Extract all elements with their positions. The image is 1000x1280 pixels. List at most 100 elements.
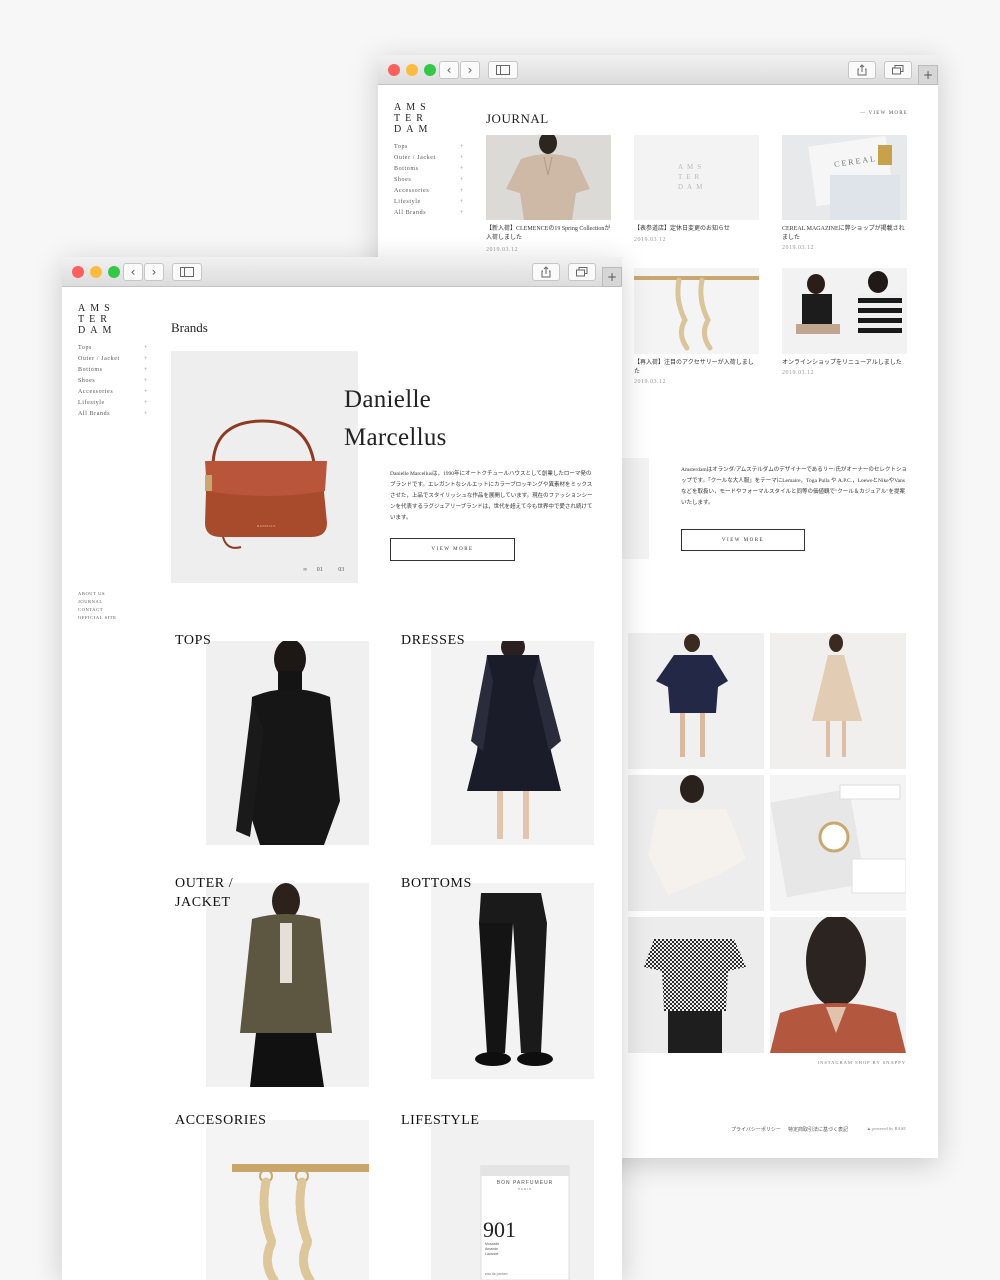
footer-link-privacy[interactable]: プライバシーポリシー — [731, 1126, 781, 1133]
nav-item-all-brands[interactable]: All Brands + — [394, 210, 464, 221]
nav-item-shoes[interactable]: Shoes + — [394, 177, 464, 188]
instagram-post-6[interactable] — [770, 917, 906, 1053]
journal-image-earrings[interactable] — [634, 268, 759, 354]
category-title-tops[interactable]: TOPS — [175, 631, 211, 650]
footer-nav-about[interactable]: ABOUT US — [78, 590, 117, 598]
category-title-dresses[interactable]: DRESSES — [401, 631, 465, 650]
instagram-post-3[interactable] — [628, 775, 764, 911]
category-image-bottoms[interactable] — [431, 883, 594, 1079]
journal-caption[interactable]: 【新入荷】CLEMENCEの19 Spring Collectionが入荷しまし… — [486, 225, 611, 243]
nav-item-bottoms[interactable]: Bottoms + — [78, 367, 148, 378]
browser-toolbar: ‹ › + — [378, 55, 938, 85]
nav-item-all-brands[interactable]: All Brands + — [78, 411, 148, 422]
brands-title: Brands — [171, 320, 208, 335]
nav-item-bottoms[interactable]: Bottoms + — [394, 166, 464, 177]
chevron-left-icon[interactable]: ‹ — [123, 263, 143, 281]
close-window-icon[interactable] — [72, 266, 84, 278]
chevron-right-icon[interactable]: › — [144, 263, 164, 281]
footer-nav-journal[interactable]: JOURNAL — [78, 598, 117, 606]
infinity-icon[interactable]: ∞ — [303, 567, 307, 573]
category-title-lifestyle[interactable]: LIFESTYLE — [401, 1111, 480, 1130]
nav-item-lifestyle[interactable]: Lifestyle + — [78, 400, 148, 411]
sidebar-icon[interactable] — [488, 61, 518, 79]
journal-image-clemence[interactable] — [486, 135, 611, 220]
arrow-left-icon: — — [859, 111, 869, 116]
nav-label: Shoes — [394, 177, 412, 183]
journal-caption[interactable]: 【再入荷】注目のアクセサリーが入荷しました — [634, 359, 759, 377]
nav-item-outer-jacket[interactable]: Outer / Jacket + — [78, 356, 148, 367]
instagram-post-1[interactable] — [628, 633, 764, 769]
orange-top-back-illustration — [770, 917, 906, 1053]
about-view-more-button[interactable]: VIEW MORE — [681, 529, 805, 551]
slide-current[interactable]: 01 — [317, 567, 323, 573]
nav-label: All Brands — [78, 411, 111, 417]
perfume-edp: eau de parfum — [485, 1272, 508, 1276]
navy-dress-illustration — [431, 641, 594, 845]
instagram-post-4[interactable] — [770, 775, 906, 911]
category-title-outer-jacket[interactable]: OUTER / JACKET — [175, 874, 233, 912]
nav-item-accessories[interactable]: Accessories + — [394, 188, 464, 199]
category-image-accessories[interactable] — [206, 1120, 369, 1280]
black-turtleneck-illustration — [206, 641, 369, 845]
journal-caption[interactable]: 【表参道店】定休日変更のお知らせ — [634, 225, 759, 234]
sidebar-icon[interactable] — [172, 263, 202, 281]
journal-image-cereal[interactable]: CEREAL — [782, 135, 907, 220]
category-image-outer-jacket[interactable] — [206, 883, 369, 1087]
magazine-illustration — [782, 135, 907, 220]
zoom-window-icon[interactable] — [424, 64, 436, 76]
close-window-icon[interactable] — [388, 64, 400, 76]
category-title-accessories[interactable]: ACCESORIES — [175, 1111, 267, 1130]
plus-icon: + — [460, 188, 464, 194]
brand-slider-image[interactable]: DANIELLE ∞ 01 03 — [171, 351, 358, 583]
beige-dress-illustration — [770, 633, 906, 769]
sidebar-glyph — [180, 267, 194, 277]
instagram-post-2[interactable] — [770, 633, 906, 769]
new-tab-plus-icon[interactable]: + — [602, 267, 622, 287]
nav-item-shoes[interactable]: Shoes + — [78, 378, 148, 389]
nav-item-tops[interactable]: Tops + — [78, 345, 148, 356]
nav-label: Lifestyle — [78, 400, 105, 406]
share-icon[interactable] — [848, 61, 876, 79]
journal-date: 2019.03.12 — [486, 247, 518, 253]
bag-label: DANIELLE — [257, 524, 276, 528]
category-image-dresses[interactable] — [431, 641, 594, 845]
perfume-sub: PARIS — [518, 1187, 532, 1191]
share-icon[interactable] — [532, 263, 560, 281]
site-footer-nav: ABOUT US JOURNAL CONTACT OFFICIAL SITE — [78, 590, 117, 622]
plus-icon: + — [460, 144, 464, 150]
chevron-right-icon[interactable]: › — [460, 61, 480, 79]
journal-image-holiday[interactable]: AMS TER DAM — [634, 135, 759, 220]
zoom-window-icon[interactable] — [108, 266, 120, 278]
powered-by[interactable]: ▲ powered by BASE — [867, 1126, 906, 1131]
site-logo[interactable]: AMS TER DAM — [78, 303, 116, 336]
new-tab-plus-icon[interactable]: + — [918, 65, 938, 85]
journal-image-renewal[interactable] — [782, 268, 907, 354]
share-glyph — [541, 266, 551, 278]
slide-total[interactable]: 03 — [338, 567, 344, 573]
nav-item-outer-jacket[interactable]: Outer / Jacket + — [394, 155, 464, 166]
tabs-icon[interactable] — [568, 263, 596, 281]
footer-nav-official-site[interactable]: OFFICIAL SITE — [78, 614, 117, 622]
brand-view-more-button[interactable]: VIEW MORE — [390, 538, 515, 561]
chevron-left-icon[interactable]: ‹ — [439, 61, 459, 79]
category-image-lifestyle[interactable]: BON PARFUMEUR PARIS 901 Muscade Amande L… — [431, 1120, 594, 1280]
minimize-window-icon[interactable] — [406, 64, 418, 76]
category-image-tops[interactable] — [206, 641, 369, 845]
plus-icon: + — [144, 389, 148, 395]
site-logo[interactable]: AMS TER DAM — [394, 102, 432, 135]
category-title-bottoms[interactable]: BOTTOMS — [401, 874, 472, 893]
minimize-window-icon[interactable] — [90, 266, 102, 278]
footer-link-legal[interactable]: 特定商取引法に基づく表記 — [788, 1126, 848, 1133]
journal-caption[interactable]: CEREAL MAGAZINEに弊ショップが掲載されました — [782, 225, 907, 243]
tabs-icon[interactable] — [884, 61, 912, 79]
journal-caption[interactable]: オンラインショップをリニューアルしました — [782, 359, 907, 368]
plus-icon: + — [460, 210, 464, 216]
journal-view-more-link[interactable]: — VIEW MORE — [860, 111, 908, 116]
nav-item-lifestyle[interactable]: Lifestyle + — [394, 199, 464, 210]
orange-bag-illustration — [171, 351, 358, 583]
nav-item-tops[interactable]: Tops + — [394, 144, 464, 155]
nav-item-accessories[interactable]: Accessories + — [78, 389, 148, 400]
instagram-post-5[interactable] — [628, 917, 764, 1053]
footer-nav-contact[interactable]: CONTACT — [78, 606, 117, 614]
model-beige-dress-illustration — [486, 135, 611, 220]
